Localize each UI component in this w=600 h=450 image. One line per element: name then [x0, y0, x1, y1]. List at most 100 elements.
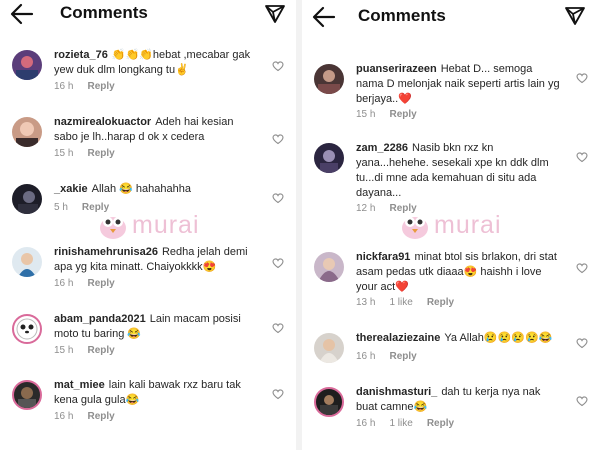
- comment-username[interactable]: puanserirazeen: [356, 63, 437, 75]
- comment-item: danishmasturi_ dah tu kerja nya nak buat …: [302, 385, 600, 435]
- reply-button[interactable]: Reply: [389, 109, 416, 120]
- back-arrow-icon[interactable]: [312, 6, 336, 28]
- reply-button[interactable]: Reply: [427, 418, 454, 429]
- avatar[interactable]: [314, 333, 344, 363]
- comment-item: puanserirazeen Hebat D... semoga nama D m…: [302, 62, 600, 124]
- comment-meta: 16 h Reply: [54, 411, 129, 422]
- reply-button[interactable]: Reply: [87, 411, 114, 422]
- comment-time: 15 h: [356, 109, 376, 120]
- likes-count[interactable]: 1 like: [389, 297, 412, 308]
- page-title: Comments: [358, 6, 446, 25]
- reply-button[interactable]: Reply: [87, 345, 114, 356]
- comment-meta: 15 h Reply: [54, 345, 129, 356]
- comment-time: 16 h: [356, 351, 376, 362]
- comment-meta: 16 h Reply: [54, 278, 129, 289]
- comment-text: rozieta_76 👏👏👏hebat ,mecabar gak yew duk …: [54, 48, 258, 78]
- comment-username[interactable]: _xakie: [54, 183, 88, 195]
- comment-time: 13 h: [356, 297, 376, 308]
- comment-item: zam_2286 Nasib bkn rxz kn yana...hehehe. …: [302, 141, 600, 217]
- comment-item: therealaziezaine Ya Allah😢😢😢😢😂 16 h Reply: [302, 331, 600, 365]
- comment-item: mat_miee lain kali bawak rxz baru tak ken…: [0, 378, 296, 428]
- comment-item: nazmirealokuactor Adeh hai kesian sabo je…: [0, 115, 296, 165]
- comment-time: 16 h: [54, 278, 74, 289]
- comment-text: abam_panda2021 Lain macam posisi moto tu …: [54, 312, 258, 342]
- comment-meta: 16 h Reply: [54, 81, 129, 92]
- watermark: murai: [96, 208, 216, 242]
- comment-username[interactable]: rinishamehrunisa26: [54, 246, 158, 258]
- send-icon[interactable]: [564, 6, 586, 26]
- comment-time: 16 h: [54, 81, 74, 92]
- watermark-text: murai: [132, 211, 200, 239]
- avatar[interactable]: [12, 314, 42, 344]
- avatar[interactable]: [12, 247, 42, 277]
- avatar[interactable]: [314, 143, 344, 173]
- comment-username[interactable]: zam_2286: [356, 142, 408, 154]
- avatar[interactable]: [314, 252, 344, 282]
- heart-outline-icon[interactable]: [272, 257, 284, 269]
- reply-button[interactable]: Reply: [87, 81, 114, 92]
- comment-text: rinishamehrunisa26 Redha jelah demi apa y…: [54, 245, 258, 275]
- comment-text: therealaziezaine Ya Allah😢😢😢😢😂: [356, 331, 562, 346]
- heart-outline-icon[interactable]: [272, 60, 284, 72]
- comment-meta: 13 h 1 like Reply: [356, 297, 468, 308]
- comment-username[interactable]: mat_miee: [54, 379, 105, 391]
- heart-outline-icon[interactable]: [272, 133, 284, 145]
- comment-item: abam_panda2021 Lain macam posisi moto tu …: [0, 312, 296, 362]
- comment-time: 16 h: [356, 418, 376, 429]
- comment-username[interactable]: therealaziezaine: [356, 332, 440, 344]
- heart-outline-icon[interactable]: [272, 388, 284, 400]
- comment-time: 15 h: [54, 148, 74, 159]
- comment-time: 12 h: [356, 203, 376, 214]
- comment-time: 5 h: [54, 202, 68, 213]
- comment-text: puanserirazeen Hebat D... semoga nama D m…: [356, 62, 562, 107]
- comment-time: 16 h: [54, 411, 74, 422]
- comment-text: _xakie Allah 😂 hahahahha: [54, 182, 258, 197]
- comment-item: rinishamehrunisa26 Redha jelah demi apa y…: [0, 245, 296, 295]
- comment-text: zam_2286 Nasib bkn rxz kn yana...hehehe. …: [356, 141, 562, 201]
- heart-outline-icon[interactable]: [576, 337, 588, 349]
- avatar[interactable]: [12, 380, 42, 410]
- comment-meta: 15 h Reply: [54, 148, 129, 159]
- comment-username[interactable]: nazmirealokuactor: [54, 116, 151, 128]
- murai-bird-icon: [100, 217, 126, 239]
- comment-username[interactable]: danishmasturi_: [356, 386, 437, 398]
- comment-body: Ya Allah😢😢😢😢😂: [444, 332, 553, 344]
- comment-text: mat_miee lain kali bawak rxz baru tak ken…: [54, 378, 258, 408]
- watermark-text: murai: [434, 211, 502, 239]
- header: Comments: [0, 0, 296, 30]
- reply-button[interactable]: Reply: [87, 148, 114, 159]
- comment-body: Allah 😂 hahahahha: [91, 183, 191, 195]
- comments-panel-left: Comments rozieta_76 👏👏👏hebat ,mecabar gak…: [0, 0, 296, 450]
- heart-outline-icon[interactable]: [272, 322, 284, 334]
- comment-meta: 15 h Reply: [356, 109, 431, 120]
- comment-text: nazmirealokuactor Adeh hai kesian sabo je…: [54, 115, 258, 145]
- heart-outline-icon[interactable]: [576, 151, 588, 163]
- reply-button[interactable]: Reply: [87, 278, 114, 289]
- comments-panel-right: Comments puanserirazeen Hebat D... semoga…: [302, 0, 600, 450]
- heart-outline-icon[interactable]: [576, 72, 588, 84]
- heart-outline-icon[interactable]: [272, 192, 284, 204]
- comment-time: 15 h: [54, 345, 74, 356]
- reply-button[interactable]: Reply: [389, 351, 416, 362]
- likes-count[interactable]: 1 like: [389, 418, 412, 429]
- comment-username[interactable]: nickfara91: [356, 251, 410, 263]
- comment-text: nickfara91 minat btol sis brlakon, dri st…: [356, 250, 562, 295]
- back-arrow-icon[interactable]: [10, 3, 34, 25]
- watermark: murai: [398, 208, 518, 242]
- avatar[interactable]: [314, 64, 344, 94]
- avatar[interactable]: [12, 184, 42, 214]
- send-icon[interactable]: [264, 4, 286, 24]
- heart-outline-icon[interactable]: [576, 395, 588, 407]
- avatar[interactable]: [12, 117, 42, 147]
- page-title: Comments: [60, 3, 148, 22]
- comment-item: nickfara91 minat btol sis brlakon, dri st…: [302, 250, 600, 312]
- avatar[interactable]: [314, 387, 344, 417]
- comment-username[interactable]: abam_panda2021: [54, 313, 146, 325]
- avatar[interactable]: [12, 50, 42, 80]
- heart-outline-icon[interactable]: [576, 262, 588, 274]
- reply-button[interactable]: Reply: [427, 297, 454, 308]
- comment-username[interactable]: rozieta_76: [54, 49, 108, 61]
- comment-meta: 16 h Reply: [356, 351, 431, 362]
- comment-meta: 16 h 1 like Reply: [356, 418, 468, 429]
- comment-item: rozieta_76 👏👏👏hebat ,mecabar gak yew duk …: [0, 48, 296, 98]
